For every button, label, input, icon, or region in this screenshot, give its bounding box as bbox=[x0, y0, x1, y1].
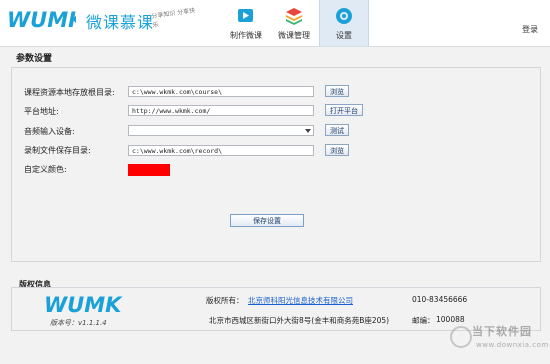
record-dir-input[interactable]: c:\www.wkmk.com\record\ bbox=[128, 145, 314, 156]
course-root-label: 课程资源本地存放根目录: bbox=[24, 88, 115, 97]
open-platform-button[interactable]: 打开平台 bbox=[325, 104, 363, 116]
gear-icon bbox=[336, 8, 352, 24]
record-dir-label: 录制文件保存目录: bbox=[24, 146, 91, 155]
video-camera-icon bbox=[238, 9, 253, 22]
chevron-down-icon bbox=[305, 129, 311, 133]
custom-color-label: 自定义颜色: bbox=[24, 165, 67, 174]
svg-text:WUMK: WUMK bbox=[44, 293, 123, 316]
brand-name: 微课慕课 bbox=[86, 13, 155, 32]
login-link[interactable]: 登录 bbox=[522, 24, 538, 35]
browse-record-button[interactable]: 浏览 bbox=[325, 144, 349, 156]
audio-device-label: 音频输入设备: bbox=[24, 127, 75, 136]
svg-text:WUMK: WUMK bbox=[7, 8, 76, 32]
watermark-logo-icon bbox=[450, 326, 472, 348]
custom-color-swatch[interactable] bbox=[128, 164, 170, 176]
nav-make-course[interactable]: 制作微课 bbox=[222, 0, 270, 46]
settings-panel: 课程资源本地存放根目录: c:\www.wkmk.com\course\ 浏览 … bbox=[11, 67, 541, 262]
nav-course-manage[interactable]: 微课管理 bbox=[270, 0, 318, 46]
watermark-url: www.downxia.com bbox=[476, 341, 549, 349]
watermark-title: 当下软件园 bbox=[472, 325, 532, 338]
nav-settings[interactable]: 设置 bbox=[319, 0, 369, 46]
app-header: WUMK 微课慕课 分享知识 分享快乐 制作微课 微课管理 设置 登录 bbox=[0, 0, 550, 47]
address-text: 北京市西城区新街口外大街8号(金丰和商务苑B座205) bbox=[209, 316, 390, 325]
audio-device-select[interactable] bbox=[128, 125, 314, 136]
brand-slogan: 分享知识 分享快乐 bbox=[151, 7, 196, 30]
wumk-logo-large: WUMK bbox=[44, 293, 123, 316]
save-settings-button[interactable]: 保存设置 bbox=[230, 214, 304, 227]
postcode-value: 100088 bbox=[436, 315, 465, 324]
version-text: 版本号：v1.1.1.4 bbox=[50, 319, 107, 327]
owner-label: 版权所有： bbox=[206, 296, 244, 305]
phone-number: 010-83456666 bbox=[412, 295, 468, 304]
test-audio-button[interactable]: 测试 bbox=[325, 124, 349, 136]
wumk-logo: WUMK bbox=[7, 8, 76, 32]
nav-make-course-label: 制作微课 bbox=[230, 31, 262, 40]
owner-link[interactable]: 北京师科阳光信息技术有限公司 bbox=[248, 295, 353, 306]
nav-settings-label: 设置 bbox=[336, 31, 352, 40]
platform-url-input[interactable]: http://www.wkmk.com/ bbox=[128, 105, 314, 116]
layers-icon bbox=[286, 8, 302, 25]
postcode-label: 邮编： bbox=[412, 316, 435, 325]
platform-url-label: 平台地址: bbox=[24, 107, 59, 116]
browse-course-button[interactable]: 浏览 bbox=[325, 85, 349, 97]
course-root-input[interactable]: c:\www.wkmk.com\course\ bbox=[128, 86, 314, 97]
nav-course-manage-label: 微课管理 bbox=[278, 31, 310, 40]
